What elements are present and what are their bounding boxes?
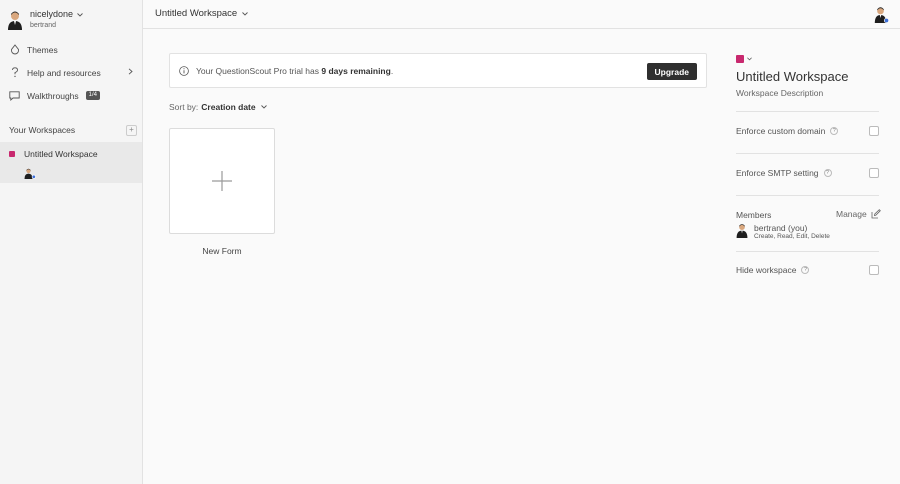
workspace-item-label: Untitled Workspace: [24, 149, 98, 159]
divider: [736, 195, 879, 196]
top-bar: Untitled Workspace: [143, 0, 900, 29]
workspace-settings-panel: Untitled Workspace Workspace Description…: [727, 29, 900, 484]
plus-icon: [212, 171, 232, 191]
walkthroughs-progress-badge: 1/4: [85, 91, 100, 100]
edit-icon: [871, 209, 881, 219]
nav-help-label: Help and resources: [27, 67, 101, 78]
chat-icon: [9, 90, 20, 101]
workspaces-heading: Your Workspaces: [9, 125, 76, 135]
help-icon[interactable]: ?: [801, 266, 810, 274]
sidebar: nicelydone bertrand Themes Help and reso…: [0, 0, 143, 484]
drop-icon: [9, 44, 20, 55]
setting-hide-workspace: Hide workspace ?: [736, 264, 879, 276]
workspace-item[interactable]: Untitled Workspace: [0, 142, 142, 183]
workspace-member-avatar: [24, 166, 36, 179]
enforce-domain-checkbox[interactable]: [869, 126, 879, 136]
chevron-down-icon: [77, 12, 83, 17]
sort-control: Sort by: Creation date: [169, 102, 267, 112]
sort-label: Sort by:: [169, 102, 199, 112]
workspace-title: Untitled Workspace: [155, 8, 238, 19]
setting-enforce-domain: Enforce custom domain ?: [736, 125, 879, 137]
account-switcher[interactable]: nicelydone bertrand: [7, 8, 137, 32]
manage-members-button[interactable]: Manage: [836, 209, 881, 219]
account-username: bertrand: [30, 22, 57, 29]
user-avatar[interactable]: [874, 6, 890, 24]
new-form-label[interactable]: New Form: [169, 246, 275, 256]
workspace-color-picker[interactable]: [736, 55, 752, 63]
chevron-down-icon: [260, 105, 267, 109]
main-content: Your QuestionScout Pro trial has 9 days …: [143, 29, 715, 484]
chevron-down-icon: [242, 11, 249, 16]
member-permissions: Create, Read, Edit, Delete: [754, 233, 830, 240]
add-workspace-button[interactable]: +: [126, 124, 137, 136]
nav-help[interactable]: Help and resources: [0, 61, 142, 84]
question-icon: [9, 67, 20, 78]
trial-message: Your QuestionScout Pro trial has 9 days …: [196, 66, 393, 76]
info-icon: [179, 65, 189, 76]
nav-walkthroughs[interactable]: Walkthroughs 1/4: [0, 84, 142, 107]
member-row: bertrand (you) Create, Read, Edit, Delet…: [736, 223, 879, 241]
chevron-down-icon: [747, 57, 752, 61]
sort-value: Creation date: [201, 102, 256, 112]
nav-themes-label: Themes: [27, 44, 58, 55]
account-avatar: [7, 10, 23, 30]
workspace-color-swatch: [9, 151, 15, 157]
nav-walkthroughs-label: Walkthroughs: [27, 90, 79, 101]
setting-enforce-smtp: Enforce SMTP setting ?: [736, 167, 879, 179]
enforce-smtp-checkbox[interactable]: [869, 168, 879, 178]
account-name: nicelydone: [30, 9, 74, 19]
chevron-right-icon: [128, 68, 133, 75]
member-name: bertrand (you): [754, 223, 808, 233]
nav-themes[interactable]: Themes: [0, 38, 142, 61]
sort-dropdown[interactable]: Creation date: [201, 102, 267, 112]
help-icon[interactable]: ?: [830, 127, 839, 135]
enforce-smtp-label: Enforce SMTP setting: [736, 168, 819, 178]
trial-banner: Your QuestionScout Pro trial has 9 days …: [169, 53, 707, 88]
trial-suffix: .: [390, 65, 394, 76]
help-icon[interactable]: ?: [823, 169, 832, 177]
member-avatar: [736, 223, 748, 238]
new-form-card[interactable]: [169, 128, 275, 234]
divider: [736, 251, 879, 252]
panel-workspace-title[interactable]: Untitled Workspace: [736, 69, 848, 84]
trial-days-remaining: 9 days remaining: [321, 65, 391, 76]
divider: [736, 111, 879, 112]
hide-workspace-checkbox[interactable]: [869, 265, 879, 275]
manage-label: Manage: [836, 209, 867, 219]
workspaces-header: Your Workspaces +: [9, 124, 137, 136]
enforce-domain-label: Enforce custom domain: [736, 126, 826, 136]
trial-prefix: Your QuestionScout Pro trial has: [196, 65, 322, 76]
workspace-title-dropdown[interactable]: Untitled Workspace: [155, 8, 249, 19]
panel-workspace-description[interactable]: Workspace Description: [736, 88, 823, 98]
hide-workspace-label: Hide workspace: [736, 265, 797, 275]
members-label: Members: [736, 210, 772, 220]
divider: [736, 153, 879, 154]
sidebar-nav: Themes Help and resources Walkthroughs 1…: [0, 38, 142, 107]
upgrade-button[interactable]: Upgrade: [646, 63, 697, 80]
workspace-color-swatch: [736, 55, 744, 63]
